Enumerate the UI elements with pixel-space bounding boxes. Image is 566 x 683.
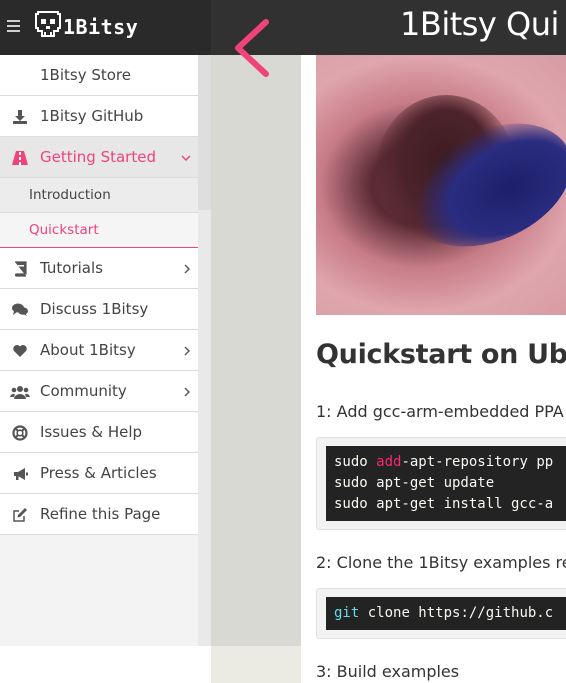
- life-ring-icon: [10, 412, 30, 453]
- sidebar-item-label: Tutorials: [40, 259, 103, 277]
- hamburger-menu-icon[interactable]: [7, 20, 20, 32]
- chevron-right-icon[interactable]: [183, 248, 191, 289]
- sidebar-item-issues[interactable]: Issues & Help: [0, 412, 211, 453]
- header-photo: [316, 55, 566, 315]
- code-keyword: add: [376, 454, 402, 470]
- step-1-text: 1: Add gcc-arm-embedded PPA a: [316, 402, 566, 421]
- sidebar-item-about[interactable]: About 1Bitsy: [0, 330, 211, 371]
- sidebar-item-store[interactable]: 1Bitsy Store: [0, 55, 211, 96]
- sidebar-subitem-quickstart[interactable]: Quickstart: [0, 213, 211, 248]
- bullhorn-icon: [10, 453, 30, 494]
- sidebar-item-label: Getting Started: [40, 148, 156, 166]
- sidebar-item-label: About 1Bitsy: [40, 341, 136, 359]
- top-bar: 1Bitsy 1Bitsy Qui: [0, 0, 566, 55]
- sidebar-item-label: 1Bitsy Store: [40, 66, 131, 84]
- edit-icon: [10, 494, 30, 535]
- main-content: Quickstart on Ubun 1: Add gcc-arm-embedd…: [301, 55, 566, 683]
- chevron-left-icon[interactable]: [232, 18, 272, 86]
- code-text: clone https://github.c: [359, 605, 554, 621]
- sidebar: 1Bitsy Store 1Bitsy GitHub Getting Start…: [0, 55, 211, 646]
- code-text: sudo: [334, 454, 377, 470]
- sidebar-item-label: Press & Articles: [40, 464, 157, 482]
- chevron-down-icon[interactable]: [181, 137, 191, 178]
- code-keyword: git: [334, 605, 360, 621]
- users-icon: [10, 371, 30, 412]
- sidebar-item-label: Issues & Help: [40, 423, 143, 441]
- code-text: -apt-repository pp: [401, 454, 554, 470]
- sidebar-subitem-label: Quickstart: [29, 222, 99, 238]
- sidebar-subitem-introduction[interactable]: Introduction: [0, 178, 211, 213]
- code-text: sudo apt-get update: [334, 475, 495, 491]
- comments-icon: [10, 289, 30, 330]
- step-3-text: 3: Build examples: [316, 662, 460, 681]
- sidebar-item-label: Discuss 1Bitsy: [40, 300, 149, 318]
- heart-icon: [10, 330, 30, 371]
- sidebar-nav: 1Bitsy Store 1Bitsy GitHub Getting Start…: [0, 55, 211, 535]
- section-heading: Quickstart on Ubun: [316, 339, 566, 370]
- download-icon: [10, 96, 30, 137]
- brand[interactable]: 1Bitsy: [0, 0, 211, 55]
- code-text: sudo apt-get install gcc-a: [334, 496, 554, 512]
- sidebar-item-github[interactable]: 1Bitsy GitHub: [0, 96, 211, 137]
- chevron-right-icon[interactable]: [183, 330, 191, 371]
- sidebar-item-tutorials[interactable]: Tutorials: [0, 248, 211, 289]
- sidebar-item-refine[interactable]: Refine this Page: [0, 494, 211, 535]
- sidebar-subitem-label: Introduction: [29, 187, 111, 203]
- code-block-1-content: sudo add-apt-repository pp sudo apt-get …: [326, 446, 566, 521]
- gutter-footer: [211, 646, 301, 683]
- page-title: 1Bitsy Qui: [400, 5, 559, 43]
- sidebar-item-community[interactable]: Community: [0, 371, 211, 412]
- sidebar-item-discuss[interactable]: Discuss 1Bitsy: [0, 289, 211, 330]
- sidebar-item-press[interactable]: Press & Articles: [0, 453, 211, 494]
- step-2-text: 2: Clone the 1Bitsy examples rep: [316, 553, 566, 572]
- chevron-right-icon[interactable]: [183, 371, 191, 412]
- skull-logo-icon: [34, 10, 62, 44]
- sidebar-item-getting-started[interactable]: Getting Started: [0, 137, 211, 178]
- code-block-2: git clone https://github.c: [316, 588, 566, 639]
- brand-name[interactable]: 1Bitsy: [63, 15, 138, 39]
- sidebar-item-label: 1Bitsy GitHub: [40, 107, 144, 125]
- road-icon: [10, 137, 30, 178]
- code-block-2-content: git clone https://github.c: [326, 597, 566, 630]
- book-icon: [10, 248, 30, 289]
- sidebar-item-label: Community: [40, 382, 127, 400]
- sidebar-scrollbar[interactable]: [198, 55, 211, 646]
- sidebar-item-label: Refine this Page: [40, 505, 161, 523]
- scrollbar-thumb[interactable]: [198, 55, 211, 210]
- prev-page-gutter[interactable]: [211, 0, 301, 646]
- code-block-1: sudo add-apt-repository pp sudo apt-get …: [316, 437, 566, 530]
